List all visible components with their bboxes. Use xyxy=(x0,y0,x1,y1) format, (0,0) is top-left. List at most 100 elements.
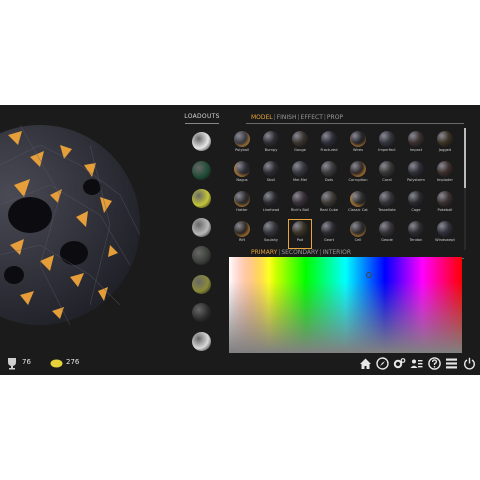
home-icon[interactable] xyxy=(359,357,372,370)
loadout-slot-2[interactable] xyxy=(192,160,211,180)
bottom-bar: 76 276 xyxy=(0,353,480,375)
game-window: LOADOUTS MODEL|FINISH|EFFECT|PROP Polyba… xyxy=(0,105,480,375)
model-label: Imploder xyxy=(436,178,453,182)
model-item[interactable]: Tessellate xyxy=(376,190,398,218)
model-item[interactable]: Mei-Mei xyxy=(289,160,311,188)
model-thumbnail xyxy=(437,161,453,177)
model-thumbnail xyxy=(292,131,308,147)
model-item[interactable]: Polyball xyxy=(231,130,253,158)
category-tabs: MODEL|FINISH|EFFECT|PROP xyxy=(251,114,343,121)
model-item[interactable]: Fractured xyxy=(318,130,340,158)
model-thumbnail xyxy=(379,221,395,237)
model-item[interactable]: Geode xyxy=(376,220,398,248)
model-thumbnail xyxy=(408,191,424,207)
settings-icon[interactable] xyxy=(393,357,406,370)
tab-finish[interactable]: FINISH xyxy=(277,114,297,121)
trophy-icon xyxy=(8,358,16,370)
power-icon[interactable] xyxy=(463,357,476,370)
model-thumbnail xyxy=(234,221,250,237)
menu-icon[interactable] xyxy=(445,357,458,370)
profile-card-icon[interactable] xyxy=(410,357,423,370)
model-thumbnail xyxy=(350,131,366,147)
model-item[interactable]: Skull xyxy=(260,160,282,188)
compass-icon[interactable] xyxy=(376,357,389,370)
model-item[interactable]: Rift xyxy=(231,220,253,248)
model-thumbnail xyxy=(263,221,279,237)
model-item[interactable]: Corruption xyxy=(347,160,369,188)
model-item[interactable]: Pokeball xyxy=(434,190,456,218)
model-thumbnail xyxy=(292,161,308,177)
model-item[interactable]: Cage xyxy=(405,190,427,218)
model-label: Pokeball xyxy=(437,208,453,212)
coin-count: 276 xyxy=(66,358,80,366)
tab-effect[interactable]: EFFECT xyxy=(301,114,323,121)
model-item[interactable]: Squishy xyxy=(260,220,282,248)
model-thumbnail xyxy=(292,221,308,237)
model-item[interactable]: Rick's Ball xyxy=(289,190,311,218)
model-thumbnail xyxy=(437,221,453,237)
model-item[interactable]: Windswept xyxy=(434,220,456,248)
model-thumbnail xyxy=(379,131,395,147)
model-thumbnail xyxy=(350,221,366,237)
color-picker-cursor[interactable] xyxy=(366,272,372,278)
model-thumbnail xyxy=(292,191,308,207)
model-label: Windswept xyxy=(435,238,455,242)
model-thumbnail xyxy=(321,191,337,207)
model-item[interactable]: Imploder xyxy=(434,160,456,188)
model-label: Jagged xyxy=(438,148,452,152)
model-thumbnail xyxy=(408,221,424,237)
model-thumbnail xyxy=(234,161,250,177)
model-thumbnail xyxy=(408,131,424,147)
model-item[interactable]: Hatter xyxy=(231,190,253,218)
model-item[interactable]: Cell xyxy=(347,220,369,248)
loadouts-panel: LOADOUTS xyxy=(183,110,221,351)
model-item[interactable]: Imperfect xyxy=(376,130,398,158)
model-item[interactable]: Impact xyxy=(405,130,427,158)
color-tab-interior[interactable]: INTERIOR xyxy=(322,249,351,256)
model-grid: Polyball Bumpy Gouge Fractured Wires Imperfec… xyxy=(231,130,463,250)
color-tab-primary[interactable]: PRIMARY xyxy=(251,249,277,256)
model-item[interactable]: Jagged xyxy=(434,130,456,158)
color-tabs: PRIMARY|SECONDARY|INTERIOR xyxy=(251,249,351,256)
model-item[interactable]: Pod xyxy=(288,219,312,249)
help-icon[interactable] xyxy=(428,357,441,370)
tab-model[interactable]: MODEL xyxy=(251,114,273,121)
model-item[interactable]: Tendon xyxy=(405,220,427,248)
model-thumbnail xyxy=(321,161,337,177)
model-thumbnail xyxy=(437,191,453,207)
category-tabs-underline xyxy=(246,123,464,124)
model-item[interactable]: Nagus xyxy=(231,160,253,188)
model-item[interactable]: Polystorm xyxy=(405,160,427,188)
model-thumbnail xyxy=(263,161,279,177)
loadout-slot-7[interactable] xyxy=(192,303,211,322)
model-item[interactable]: Dots xyxy=(318,160,340,188)
model-thumbnail xyxy=(408,161,424,177)
loadout-slot-6[interactable] xyxy=(192,274,211,294)
color-picker-shade-gradient xyxy=(229,257,462,353)
model-item[interactable]: Gouge xyxy=(289,130,311,158)
model-thumbnail xyxy=(437,131,453,147)
model-thumbnail xyxy=(321,131,337,147)
model-thumbnail xyxy=(234,191,250,207)
trophy-count: 76 xyxy=(22,358,31,366)
model-item[interactable]: Classic Cat xyxy=(347,190,369,218)
model-item[interactable]: Coral xyxy=(376,160,398,188)
loadout-slot-4[interactable] xyxy=(192,217,211,237)
model-thumbnail xyxy=(321,221,337,237)
model-grid-scrollbar[interactable] xyxy=(464,128,466,188)
loadout-slot-3[interactable] xyxy=(192,189,211,208)
loadout-slot-5[interactable] xyxy=(192,246,211,265)
model-item[interactable]: Geart xyxy=(318,220,340,248)
loadout-slot-1[interactable] xyxy=(192,132,211,151)
model-item[interactable]: Real Cube xyxy=(318,190,340,218)
tab-prop[interactable]: PROP xyxy=(327,114,343,121)
model-item[interactable]: Linehead xyxy=(260,190,282,218)
loadouts-title: LOADOUTS xyxy=(184,113,220,120)
loadout-slot-8[interactable] xyxy=(192,331,211,351)
model-item[interactable]: Wires xyxy=(347,130,369,158)
color-tab-secondary[interactable]: SECONDARY xyxy=(281,249,318,256)
model-item[interactable]: Bumpy xyxy=(260,130,282,158)
model-thumbnail xyxy=(379,191,395,207)
color-picker[interactable] xyxy=(229,257,462,353)
ball-preview-viewport xyxy=(0,124,141,326)
